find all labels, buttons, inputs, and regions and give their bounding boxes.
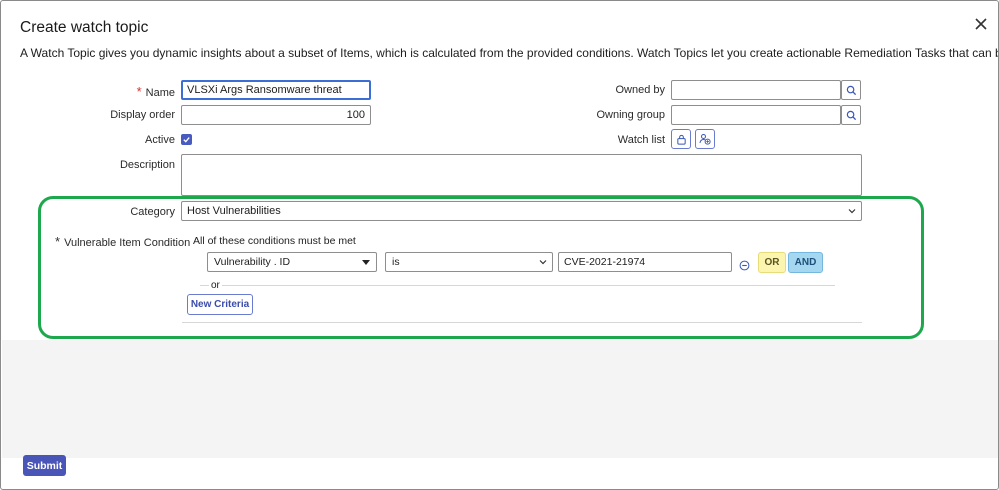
condition-operator-select[interactable]: is — [385, 252, 553, 272]
search-icon — [846, 85, 856, 95]
name-label: * Name — [136, 84, 175, 99]
condition-field-select[interactable]: Vulnerability . ID — [207, 252, 377, 272]
search-icon — [846, 110, 856, 120]
condition-value-input[interactable]: CVE-2021-21974 — [558, 252, 732, 272]
owned-by-lookup-button[interactable] — [841, 80, 861, 100]
condition-bottom-divider — [182, 322, 862, 323]
condition-operator-value: is — [392, 256, 400, 268]
category-label: Category — [130, 206, 175, 218]
owned-by-label: Owned by — [615, 84, 665, 96]
create-watch-topic-dialog: Create watch topic A Watch Topic gives y… — [0, 0, 999, 490]
chevron-down-icon — [539, 260, 547, 265]
or-separator: or — [209, 280, 222, 291]
name-input[interactable]: VLSXi Args Ransomware threat — [181, 80, 371, 100]
conditions-note: All of these conditions must be met — [193, 235, 356, 247]
owning-group-input[interactable] — [671, 105, 841, 125]
and-condition-button[interactable]: AND — [788, 252, 823, 273]
watch-list-lock-button[interactable] — [671, 129, 691, 149]
condition-divider — [200, 285, 835, 286]
close-button[interactable] — [971, 14, 991, 34]
close-icon — [975, 18, 987, 30]
dialog-description: A Watch Topic gives you dynamic insights… — [20, 46, 998, 60]
remove-condition-button[interactable] — [739, 258, 750, 271]
new-criteria-button[interactable]: New Criteria — [187, 294, 253, 315]
dialog-title: Create watch topic — [20, 19, 149, 36]
vulnerable-item-condition-label: * Vulnerable Item Condition — [55, 234, 191, 249]
chevron-down-icon — [848, 209, 856, 214]
required-indicator: * — [55, 234, 61, 249]
active-label: Active — [145, 134, 175, 146]
required-indicator: * — [136, 84, 142, 99]
checkmark-icon — [183, 137, 190, 143]
watch-list-label: Watch list — [617, 134, 665, 146]
category-select[interactable]: Host Vulnerabilities — [181, 201, 862, 221]
caret-down-icon — [362, 260, 370, 265]
owning-group-label: Owning group — [596, 109, 666, 121]
display-order-label: Display order — [110, 109, 175, 121]
condition-field-value: Vulnerability . ID — [214, 256, 291, 268]
description-label: Description — [119, 159, 175, 171]
minus-circle-icon — [739, 260, 750, 271]
submit-button[interactable]: Submit — [23, 455, 66, 476]
category-selected-value: Host Vulnerabilities — [187, 205, 281, 217]
owned-by-input[interactable] — [671, 80, 841, 100]
watch-list-add-user-button[interactable] — [695, 129, 715, 149]
add-user-icon — [699, 134, 711, 145]
dialog-empty-area — [2, 340, 998, 458]
active-checkbox[interactable] — [181, 134, 192, 145]
owning-group-lookup-button[interactable] — [841, 105, 861, 125]
description-textarea[interactable] — [181, 154, 862, 196]
display-order-input[interactable]: 100 — [181, 105, 371, 125]
lock-icon — [676, 134, 686, 145]
or-condition-button[interactable]: OR — [758, 252, 786, 273]
